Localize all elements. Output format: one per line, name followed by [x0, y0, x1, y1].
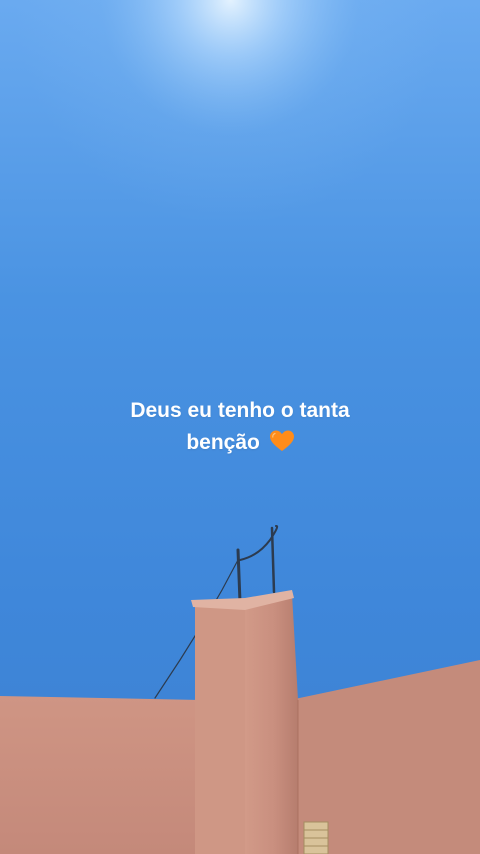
story-view: Deus eu tenho o tanta benção [0, 0, 480, 854]
caption-line-2-text: benção [186, 431, 260, 454]
chimney-pillar [195, 604, 245, 854]
caption-line-1: Deus eu tenho o tanta [130, 399, 350, 422]
story-caption: Deus eu tenho o tanta benção [40, 395, 440, 459]
orange-heart-icon [269, 430, 294, 451]
chimney-pillar-side [245, 594, 298, 854]
caption-line-2: benção [40, 427, 440, 459]
